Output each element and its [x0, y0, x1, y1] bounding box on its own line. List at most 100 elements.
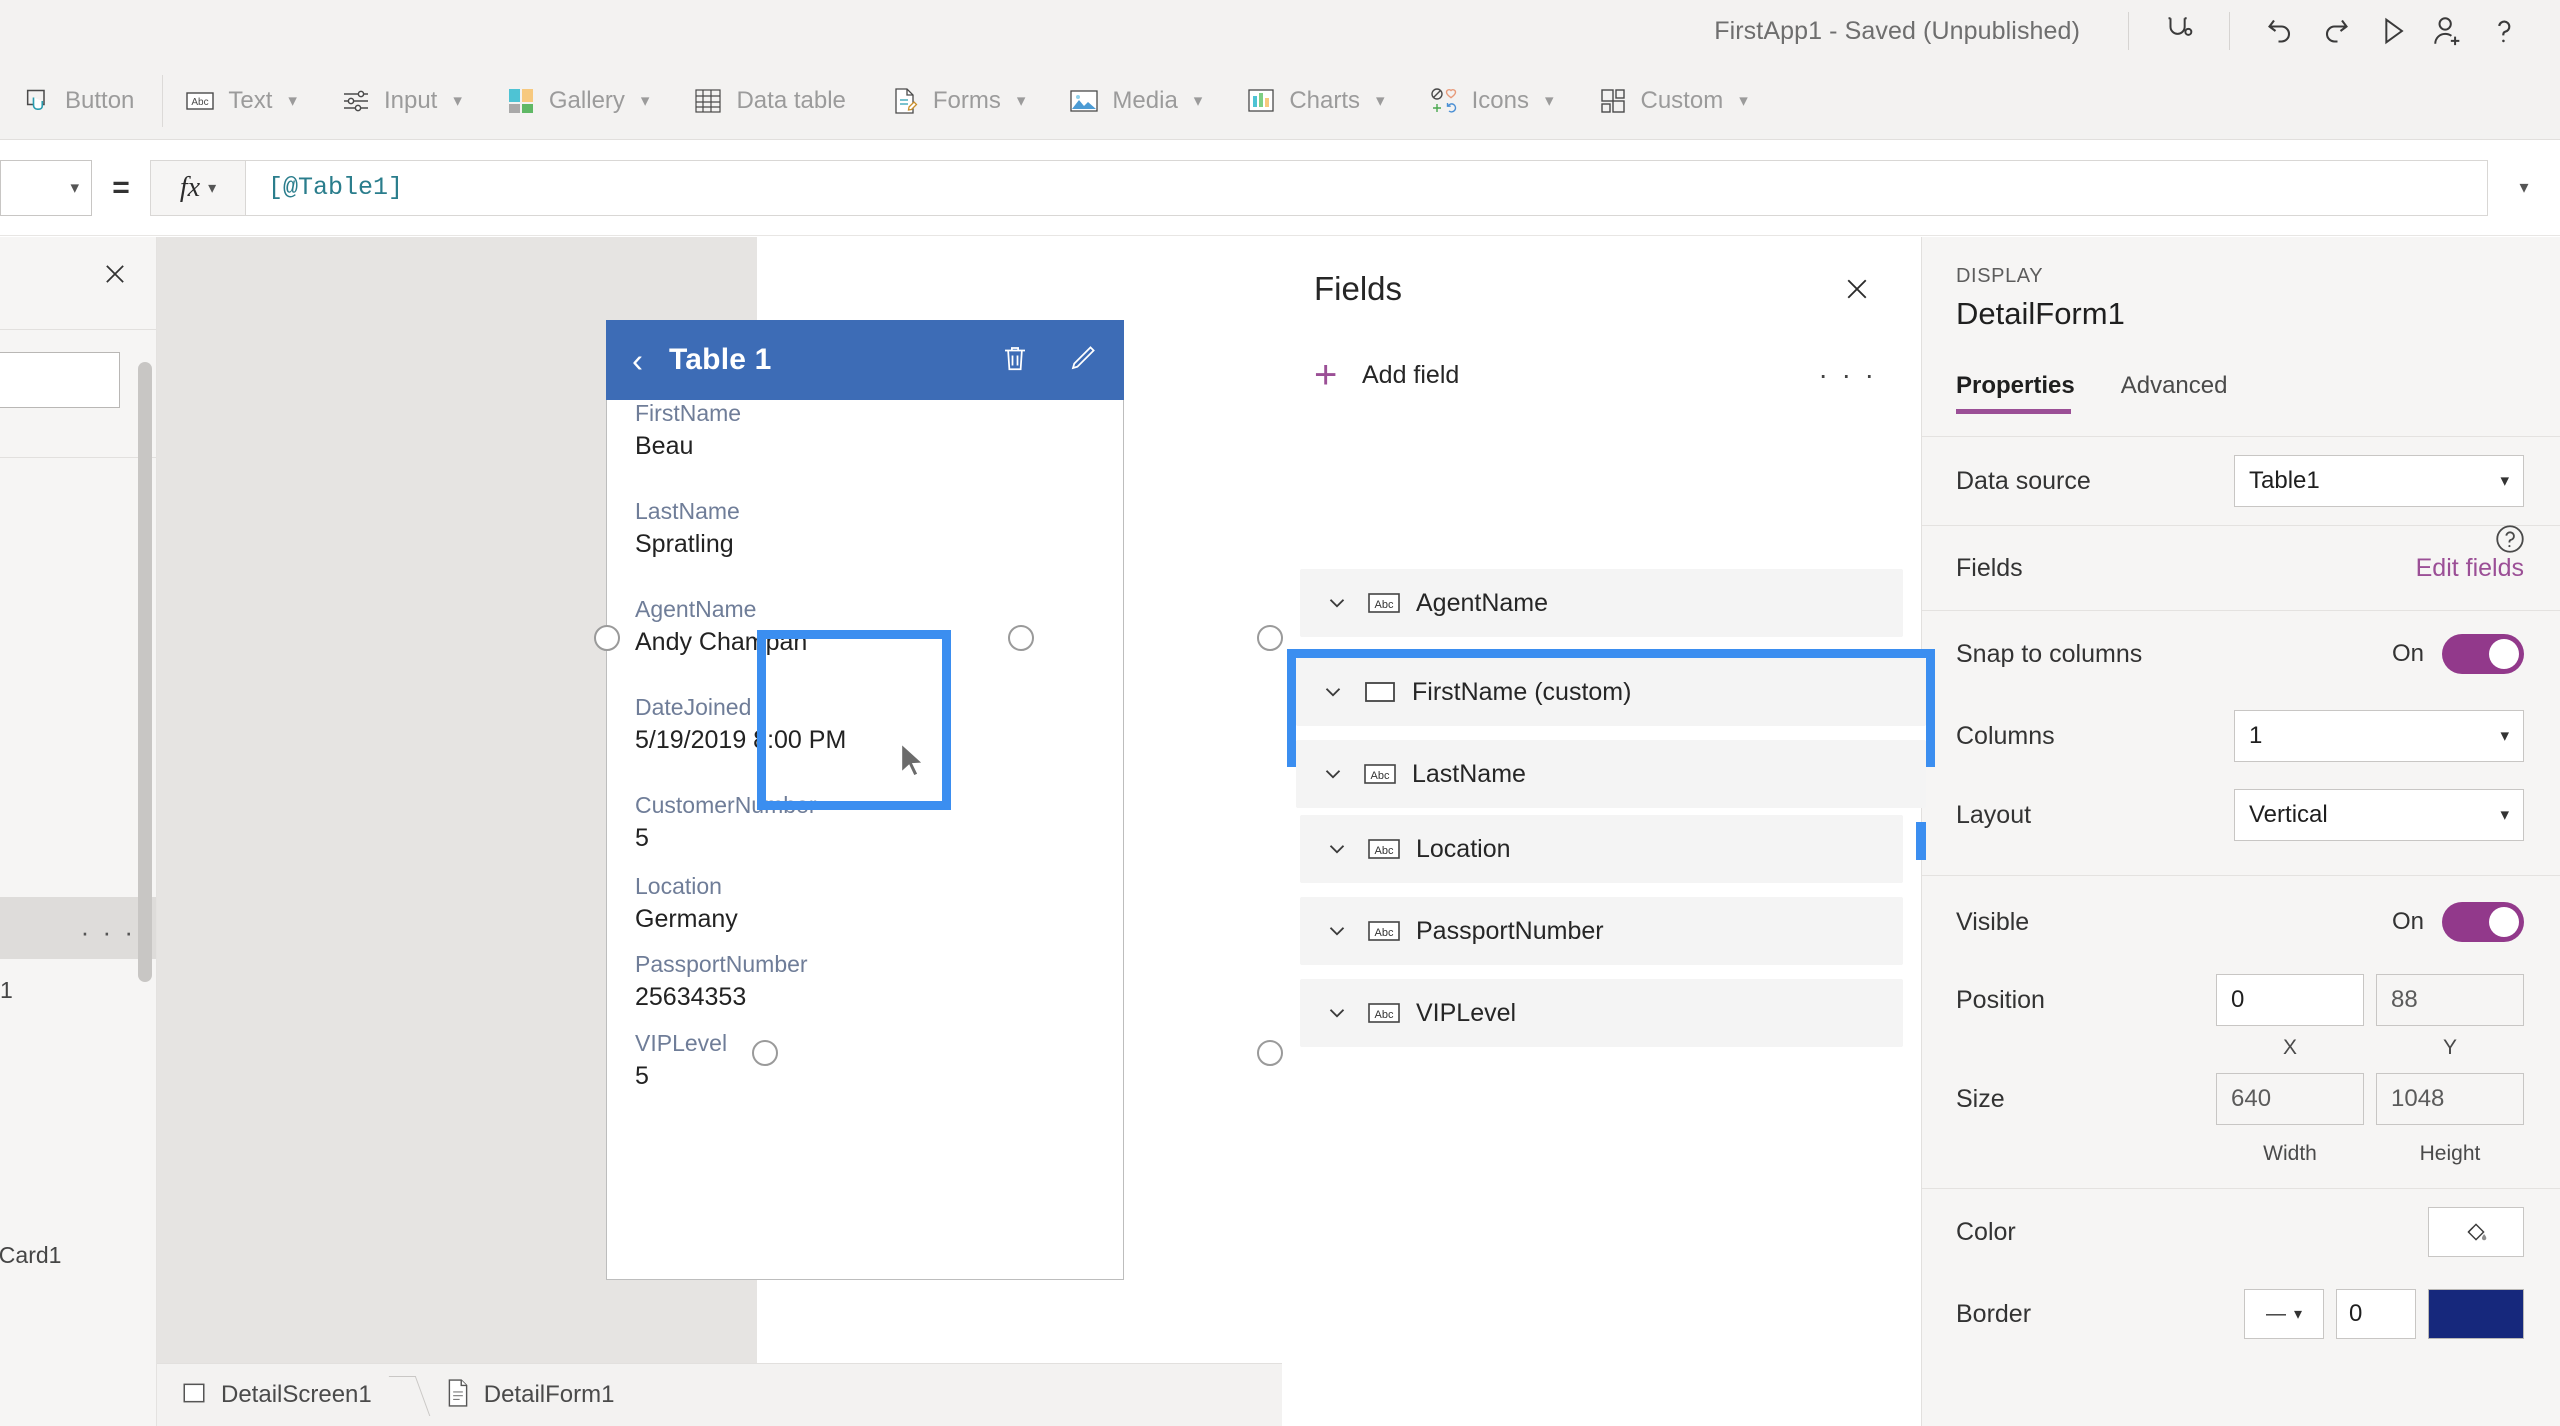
- ribbon-item-forms[interactable]: Forms ▾: [868, 71, 1048, 131]
- help-icon[interactable]: [2476, 8, 2532, 54]
- ribbon-item-charts[interactable]: Charts ▾: [1224, 71, 1406, 131]
- chevron-down-icon[interactable]: [1310, 761, 1356, 787]
- text-icon: Abc: [185, 86, 215, 116]
- chevron-down-icon[interactable]: [1314, 590, 1360, 616]
- breadcrumb-label: DetailForm1: [483, 1381, 615, 1408]
- gallery-icon: [506, 86, 536, 116]
- field-list-item[interactable]: FirstName (custom): [1296, 658, 1926, 726]
- add-field-button[interactable]: + Add field · · ·: [1282, 343, 1921, 407]
- field-list-item[interactable]: Abc PassportNumber: [1300, 897, 1903, 965]
- resize-handle-top-left[interactable]: [594, 625, 620, 651]
- position-x-input[interactable]: 0: [2216, 974, 2364, 1026]
- field-list-item[interactable]: Abc Location: [1300, 815, 1903, 883]
- chevron-down-icon[interactable]: [1314, 918, 1360, 944]
- fill-bucket-icon[interactable]: [2428, 1207, 2524, 1257]
- close-icon[interactable]: [1837, 269, 1877, 309]
- fx-button[interactable]: fx ▾: [150, 159, 246, 216]
- properties-panel: DISPLAY DetailForm1 Properties Advanced …: [1922, 237, 2560, 1426]
- chevron-down-icon[interactable]: [1314, 1000, 1360, 1026]
- properties-section-fields: Fields Edit fields: [1922, 525, 2560, 610]
- help-circle-icon[interactable]: [2490, 519, 2530, 559]
- divider: [2128, 12, 2129, 50]
- search-input[interactable]: [0, 352, 120, 408]
- property-dropdown[interactable]: ▾: [0, 159, 92, 216]
- svg-text:Abc: Abc: [1375, 599, 1394, 611]
- visible-toggle[interactable]: [2442, 902, 2524, 942]
- ribbon-item-button[interactable]: Button: [0, 71, 156, 131]
- form-card[interactable]: VIPLevel 5: [635, 1030, 727, 1093]
- position-y-input[interactable]: 88: [2376, 974, 2524, 1026]
- border-style-value: —: [2265, 1302, 2286, 1325]
- vertical-scrollbar[interactable]: [138, 362, 152, 982]
- input-icon: [341, 86, 371, 116]
- tree-item-overflow-icon[interactable]: · · ·: [81, 917, 136, 948]
- tab-properties[interactable]: Properties: [1956, 372, 2075, 414]
- chevron-down-icon: ▾: [1376, 90, 1385, 110]
- form-card-value: Spratling: [635, 530, 734, 559]
- form-card[interactable]: PassportNumber 25634353: [635, 951, 808, 1014]
- chevron-down-icon: ▾: [1544, 90, 1554, 110]
- breadcrumb-item-detailform1[interactable]: DetailForm1: [422, 1364, 635, 1426]
- form-card-value: 5: [635, 824, 649, 853]
- tab-advanced[interactable]: Advanced: [2121, 372, 2228, 414]
- border-width-input[interactable]: 0: [2336, 1289, 2416, 1339]
- border-color-swatch[interactable]: [2428, 1289, 2524, 1339]
- form-card-label: FirstName: [635, 400, 742, 426]
- form-card[interactable]: FirstName Beau: [635, 400, 741, 463]
- data-source-select[interactable]: Table1 ▾: [2234, 455, 2524, 507]
- form-title: Table 1: [669, 343, 772, 376]
- tree-item-label: aCard1: [0, 1242, 62, 1268]
- media-icon: [1069, 86, 1099, 116]
- field-name: LastName: [1412, 759, 1526, 788]
- ribbon-label: Custom: [1640, 86, 1724, 114]
- field-list-item[interactable]: Abc AgentName: [1300, 569, 1903, 637]
- columns-select[interactable]: 1 ▾: [2234, 710, 2524, 762]
- redo-icon[interactable]: [2308, 8, 2364, 54]
- chevron-down-icon[interactable]: [1314, 836, 1360, 862]
- form-card[interactable]: LastName Spratling: [635, 498, 740, 561]
- close-icon[interactable]: [96, 255, 134, 293]
- resize-handle-top-center[interactable]: [1008, 625, 1034, 651]
- abc-text-icon: Abc: [1360, 836, 1408, 862]
- size-width-input[interactable]: 640: [2216, 1073, 2364, 1125]
- form-card[interactable]: Location Germany: [635, 873, 738, 936]
- ribbon-item-custom[interactable]: Custom ▾: [1576, 71, 1770, 131]
- ribbon-item-media[interactable]: Media ▾: [1047, 71, 1224, 131]
- ribbon-item-data-table[interactable]: Data table: [671, 71, 867, 131]
- ribbon-item-text[interactable]: Abc Text ▾: [163, 71, 319, 131]
- preview-play-icon[interactable]: [2364, 8, 2420, 54]
- form-card-label: VIPLevel: [635, 1030, 728, 1056]
- svg-text:Abc: Abc: [1375, 845, 1394, 857]
- field-name: PassportNumber: [1416, 916, 1604, 945]
- share-add-user-icon[interactable]: [2420, 8, 2476, 54]
- row-position: Position 0 88: [1922, 968, 2560, 1032]
- field-list-item[interactable]: Abc LastName: [1296, 740, 1926, 808]
- fields-panel: Fields + Add field · · · AbcAgentNameDat…: [1282, 237, 1922, 1426]
- undo-icon[interactable]: [2252, 8, 2308, 54]
- formula-input[interactable]: [@Table1]: [246, 159, 2488, 216]
- fields-overflow-icon[interactable]: · · ·: [1818, 359, 1877, 391]
- svg-text:Abc: Abc: [1375, 1009, 1394, 1021]
- ribbon-item-gallery[interactable]: Gallery ▾: [484, 71, 672, 131]
- field-name: VIPLevel: [1416, 998, 1517, 1027]
- back-chevron-icon[interactable]: ‹: [632, 344, 643, 377]
- resize-handle-top-right[interactable]: [1257, 625, 1283, 651]
- resize-handle-middle-right[interactable]: [1257, 1040, 1283, 1066]
- chevron-down-icon[interactable]: [1310, 679, 1356, 705]
- layout-select[interactable]: Vertical ▾: [2234, 789, 2524, 841]
- icons-icon: [1429, 86, 1459, 116]
- field-list-item[interactable]: Abc VIPLevel: [1300, 979, 1903, 1047]
- size-height-input[interactable]: 1048: [2376, 1073, 2524, 1125]
- snap-to-columns-toggle[interactable]: [2442, 634, 2524, 674]
- app-checker-icon[interactable]: [2151, 8, 2207, 54]
- trash-icon[interactable]: [1000, 343, 1030, 378]
- row-visible: Visible On: [1922, 876, 2560, 968]
- border-style-select[interactable]: — ▾: [2244, 1289, 2324, 1339]
- formula-expand-icon[interactable]: ▾: [2488, 177, 2560, 198]
- ribbon-item-icons[interactable]: Icons ▾: [1407, 71, 1576, 131]
- pencil-icon[interactable]: [1068, 343, 1098, 378]
- breadcrumb-item-detailscreen1[interactable]: DetailScreen1: [157, 1364, 392, 1426]
- properties-section-position: Visible On Position 0 88 X Y Size 640 10…: [1922, 875, 2560, 1166]
- resize-handle-middle-left[interactable]: [752, 1040, 778, 1066]
- ribbon-item-input[interactable]: Input ▾: [319, 71, 484, 131]
